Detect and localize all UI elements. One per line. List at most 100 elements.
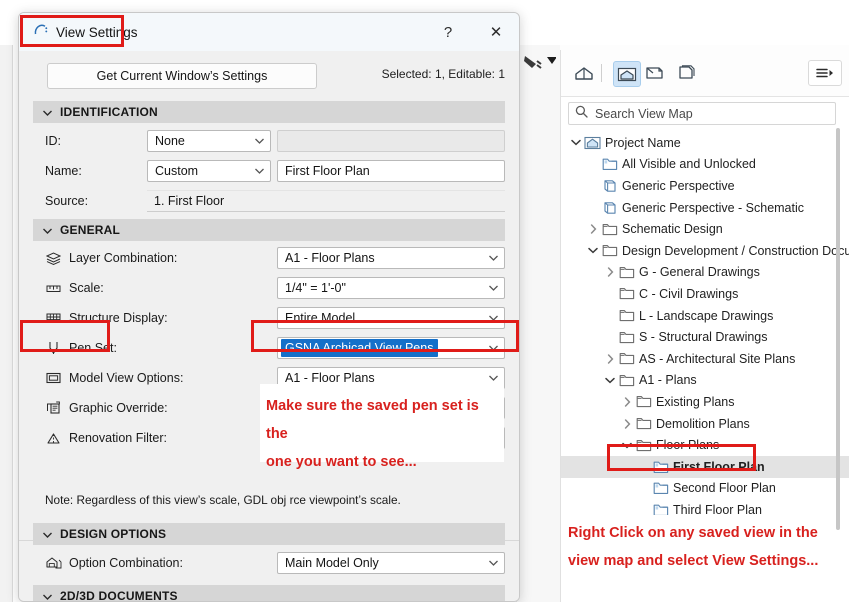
section-header-identification[interactable]: IDENTIFICATION bbox=[33, 101, 505, 123]
layer-combination-dropdown[interactable]: A1 - Floor Plans bbox=[277, 247, 505, 269]
tree-item[interactable]: C - Civil Drawings bbox=[561, 283, 849, 305]
section-header-2d3d-documents[interactable]: 2D/3D DOCUMENTS bbox=[33, 585, 505, 601]
folder-icon bbox=[634, 413, 653, 435]
layer-combination-label: Layer Combination: bbox=[45, 247, 177, 269]
close-button[interactable]: ✕ bbox=[473, 13, 519, 51]
section-header-design-options[interactable]: DESIGN OPTIONS bbox=[33, 523, 505, 545]
tree-item[interactable]: Generic Perspective bbox=[561, 175, 849, 197]
tree-item-label: G - General Drawings bbox=[639, 265, 760, 280]
tree-item[interactable]: Demolition Plans bbox=[561, 413, 849, 435]
search-input[interactable]: Search View Map bbox=[568, 102, 836, 125]
folder-icon bbox=[617, 305, 636, 327]
annotation-box-title bbox=[20, 15, 124, 47]
annotation-note-dialog: Make sure the saved pen set is the one y… bbox=[260, 384, 504, 470]
toolbar-divider bbox=[601, 64, 602, 82]
folder-icon bbox=[617, 262, 636, 284]
tree-item-label: Project Name bbox=[605, 135, 681, 150]
tree-item[interactable]: S - Structural Drawings bbox=[561, 326, 849, 348]
folder-icon bbox=[617, 348, 636, 370]
model-view-options-label: Model View Options: bbox=[45, 367, 183, 389]
tree-item[interactable]: Generic Perspective - Schematic bbox=[561, 197, 849, 219]
search-icon bbox=[575, 105, 588, 123]
scale-dropdown[interactable]: 1/4" = 1'-0" bbox=[277, 277, 505, 299]
scale-note-text: Note: Regardless of this view’s scale, G… bbox=[45, 493, 401, 507]
chevron-down-icon[interactable] bbox=[603, 370, 617, 392]
chevron-down-icon bbox=[482, 285, 504, 291]
chevron-right-icon[interactable] bbox=[603, 348, 617, 370]
tree-item[interactable]: A1 - Plans bbox=[561, 370, 849, 392]
tree-item[interactable]: L - Landscape Drawings bbox=[561, 305, 849, 327]
tree-item[interactable]: G - General Drawings bbox=[561, 262, 849, 284]
name-value-field[interactable]: First Floor Plan bbox=[277, 160, 505, 182]
tree-item-label: Existing Plans bbox=[656, 394, 735, 409]
selected-editable-status: Selected: 1, Editable: 1 bbox=[381, 67, 505, 81]
tree-item[interactable]: AS - Architectural Site Plans bbox=[561, 348, 849, 370]
chevron-down-icon bbox=[482, 255, 504, 261]
tree-item-label: L - Landscape Drawings bbox=[639, 308, 774, 323]
section-title: GENERAL bbox=[60, 223, 121, 237]
tree-item-label: Schematic Design bbox=[622, 222, 723, 237]
panel-menu-button[interactable] bbox=[808, 60, 842, 86]
annotation-box-pen-set-value bbox=[251, 320, 519, 352]
chevron-right-icon[interactable] bbox=[620, 413, 634, 435]
view-map-toolbar bbox=[561, 50, 849, 97]
chevron-down-icon bbox=[482, 375, 504, 381]
perspective-icon bbox=[600, 175, 619, 197]
view-icon bbox=[600, 154, 619, 176]
folder-icon bbox=[600, 240, 619, 262]
section-title: IDENTIFICATION bbox=[60, 105, 158, 119]
tree-item-label: C - Civil Drawings bbox=[639, 286, 739, 301]
tree-item-label: A1 - Plans bbox=[639, 373, 697, 388]
layout-book-icon[interactable] bbox=[643, 61, 669, 85]
get-current-window-settings-button[interactable]: Get Current Window’s Settings bbox=[47, 63, 317, 89]
chevron-right-icon[interactable] bbox=[620, 391, 634, 413]
tree-item[interactable]: All Visible and Unlocked bbox=[561, 154, 849, 176]
name-type-dropdown[interactable]: Custom bbox=[147, 160, 271, 182]
id-value-field[interactable] bbox=[277, 130, 505, 152]
chevron-right-icon[interactable] bbox=[586, 218, 600, 240]
view-map-scrollbar[interactable] bbox=[836, 128, 840, 530]
chevron-down-icon bbox=[248, 168, 270, 174]
folder-icon bbox=[617, 283, 636, 305]
tree-item-label: AS - Architectural Site Plans bbox=[639, 351, 796, 366]
tree-item-label: Generic Perspective - Schematic bbox=[622, 200, 805, 215]
tree-item-label: Design Development / Construction Docun bbox=[622, 243, 849, 258]
perspective-icon bbox=[600, 197, 619, 219]
chevron-right-icon[interactable] bbox=[603, 262, 617, 284]
id-type-dropdown[interactable]: None bbox=[147, 130, 271, 152]
renovation-icon bbox=[45, 431, 62, 446]
name-row-label: Name: bbox=[45, 164, 82, 178]
publisher-sets-icon[interactable] bbox=[673, 61, 699, 85]
tree-item[interactable]: Second Floor Plan bbox=[561, 478, 849, 500]
scale-label: Scale: bbox=[45, 277, 104, 299]
section-header-general[interactable]: GENERAL bbox=[33, 219, 505, 241]
view-map-icon[interactable] bbox=[613, 61, 641, 87]
annotation-box-first-floor-plan bbox=[607, 444, 756, 471]
chevron-down-icon bbox=[43, 223, 52, 237]
source-value-field: 1. First Floor bbox=[147, 190, 505, 212]
chevron-down-icon[interactable] bbox=[569, 132, 583, 154]
background-tool-panel bbox=[516, 45, 562, 602]
chevron-down-icon[interactable] bbox=[586, 240, 600, 262]
help-button[interactable]: ? bbox=[425, 13, 471, 51]
project-home-icon bbox=[583, 132, 602, 154]
design-options-icon bbox=[45, 556, 62, 571]
project-map-icon[interactable] bbox=[571, 61, 597, 85]
background-left-toolbar bbox=[0, 45, 13, 602]
tree-item[interactable]: Schematic Design bbox=[561, 218, 849, 240]
option-combination-dropdown[interactable]: Main Model Only bbox=[277, 552, 505, 574]
chevron-down-icon bbox=[43, 527, 52, 541]
annotation-note-dialog-line1: Make sure the saved pen set is the bbox=[266, 398, 479, 442]
chevron-down-icon bbox=[482, 560, 504, 566]
tree-item[interactable]: Design Development / Construction Docun bbox=[561, 240, 849, 262]
graphic-override-label: Graphic Override: bbox=[45, 397, 168, 419]
tree-item[interactable]: Existing Plans bbox=[561, 391, 849, 413]
ruler-icon bbox=[45, 281, 62, 296]
renovation-filter-label: Renovation Filter: bbox=[45, 427, 167, 449]
annotation-box-pen-set-label bbox=[20, 320, 110, 352]
tree-item[interactable]: Project Name bbox=[561, 132, 849, 154]
